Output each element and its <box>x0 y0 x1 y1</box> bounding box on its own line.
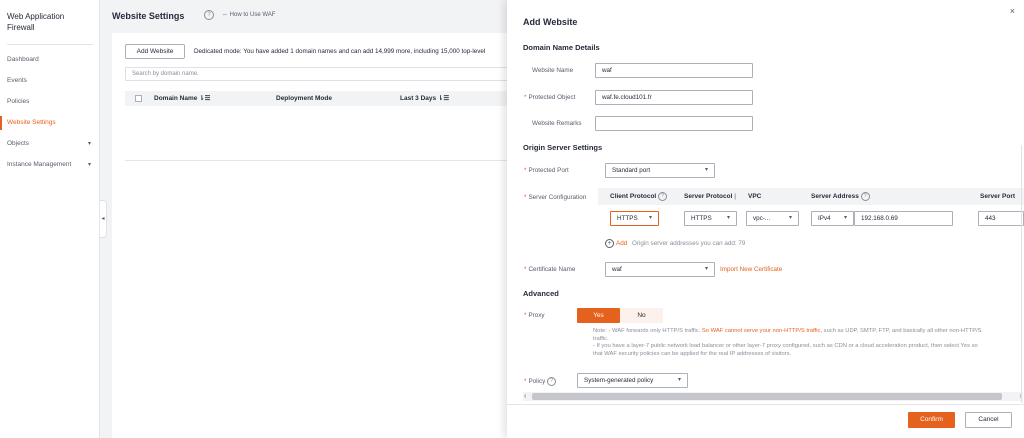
website-remarks-label: Website Remarks <box>532 120 582 127</box>
add-circle-icon[interactable]: + <box>605 239 614 248</box>
protected-object-label: * Protected Object <box>524 94 576 101</box>
help-icon[interactable]: ? <box>204 10 214 20</box>
server-protocol-header: Server Protocol | <box>684 193 737 200</box>
server-address-header: Server Address ? <box>811 188 870 205</box>
scroll-left-icon[interactable]: ‹ <box>524 392 526 401</box>
close-icon[interactable]: × <box>1010 6 1015 16</box>
website-list-panel: Add Website Dedicated mode: You have add… <box>112 33 515 438</box>
website-remarks-input[interactable] <box>595 116 753 131</box>
server-config-header: Client Protocol ? Server Protocol | VPC … <box>598 188 1024 205</box>
cancel-button[interactable]: Cancel <box>965 412 1012 428</box>
website-name-label: Website Name <box>532 67 574 74</box>
vpc-select[interactable]: vpc-... <box>746 211 799 226</box>
vertical-scroll-track <box>1021 145 1022 403</box>
app-title: Web Application Firewall <box>7 12 65 32</box>
page-title: Website Settings <box>112 11 185 21</box>
server-address-input[interactable]: 192.168.0.69 <box>854 211 953 226</box>
select-all-checkbox[interactable] <box>135 95 142 102</box>
section-origin-server: Origin Server Settings <box>523 143 603 152</box>
footer-divider <box>507 404 1024 405</box>
scroll-thumb[interactable] <box>532 393 1002 400</box>
sidebar-item-label: Objects <box>7 140 30 147</box>
main-content: Website Settings ? ⇔ How to Use WAF Add … <box>112 0 515 438</box>
sidebar-item-label: Instance Management <box>7 161 72 168</box>
column-domain-name[interactable]: Domain Name ⇂☰ <box>154 91 210 106</box>
table-header: Domain Name ⇂☰ Deployment Mode Last 3 Da… <box>125 91 515 106</box>
server-port-input[interactable]: 443 <box>978 211 1024 226</box>
add-server-hint: Origin server addresses you can add: 79 <box>632 240 746 247</box>
import-certificate-link[interactable]: Import New Certificate <box>720 266 782 273</box>
column-last-3-days[interactable]: Last 3 Days ⇂☰ <box>400 91 449 106</box>
vpc-header: VPC <box>748 193 762 200</box>
ip-version-select[interactable]: IPv4 <box>811 211 854 226</box>
proxy-no-button[interactable]: No <box>620 308 663 323</box>
sidebar-item-dashboard[interactable]: Dashboard <box>0 53 100 67</box>
add-website-drawer: Add Website × Domain Name Details Websit… <box>507 0 1024 438</box>
search-input[interactable]: Search by domain name. <box>125 67 515 81</box>
add-website-button[interactable]: Add Website <box>125 44 185 59</box>
sidebar-item-website-settings[interactable]: Website Settings <box>0 116 100 130</box>
client-protocol-header: Client Protocol ? <box>610 188 668 205</box>
sidebar-item-policies[interactable]: Policies <box>0 95 100 109</box>
sidebar: Web Application Firewall Dashboard Event… <box>0 0 100 438</box>
server-port-header: Server Port <box>980 193 1016 200</box>
table-divider <box>125 160 515 161</box>
sidebar-item-objects[interactable]: Objects ▾ <box>0 137 100 151</box>
protected-object-input[interactable]: waf.fe.cloud101.fr <box>595 90 753 105</box>
policy-label: * Policy ? <box>524 377 556 386</box>
policy-select[interactable]: System-generated policy <box>577 373 688 388</box>
section-advanced: Advanced <box>523 289 559 298</box>
horizontal-scrollbar[interactable]: ‹ › <box>523 392 1023 401</box>
proxy-yes-button[interactable]: Yes <box>577 308 620 323</box>
drawer-title: Add Website <box>523 17 578 27</box>
quota-text: Dedicated mode: You have added 1 domain … <box>194 48 486 55</box>
help-icon[interactable]: ? <box>547 377 556 386</box>
certificate-name-label: * Certificate Name <box>524 266 576 273</box>
server-configuration-label: * Server Configuration <box>524 194 587 201</box>
how-to-use-link[interactable]: ⇔ How to Use WAF <box>222 12 275 18</box>
column-deployment-mode: Deployment Mode <box>276 95 332 102</box>
proxy-note: Note: - WAF forwards only HTTP/S traffic… <box>593 328 982 357</box>
sidebar-item-events[interactable]: Events <box>0 74 100 88</box>
chevron-down-icon: ▾ <box>87 162 91 168</box>
confirm-button[interactable]: Confirm <box>908 412 955 428</box>
proxy-label: * Proxy <box>524 312 545 319</box>
section-domain-details: Domain Name Details <box>523 43 600 52</box>
sidebar-item-instance-management[interactable]: Instance Management ▾ <box>0 158 100 172</box>
client-protocol-select[interactable]: HTTPS <box>610 211 659 226</box>
website-name-input[interactable]: waf <box>595 63 753 78</box>
help-icon[interactable]: ? <box>658 191 668 201</box>
certificate-select[interactable]: waf <box>605 262 715 277</box>
sidebar-divider <box>7 44 93 45</box>
add-server-link[interactable]: Add <box>616 240 627 247</box>
protected-port-label: * Protected Port <box>524 167 569 174</box>
protected-port-select[interactable]: Standard port <box>605 163 715 178</box>
server-protocol-select[interactable]: HTTPS <box>684 211 737 226</box>
sidebar-collapse-handle[interactable]: ◂ <box>100 200 107 238</box>
help-icon[interactable]: ? <box>860 191 870 201</box>
chevron-down-icon: ▾ <box>87 141 91 147</box>
